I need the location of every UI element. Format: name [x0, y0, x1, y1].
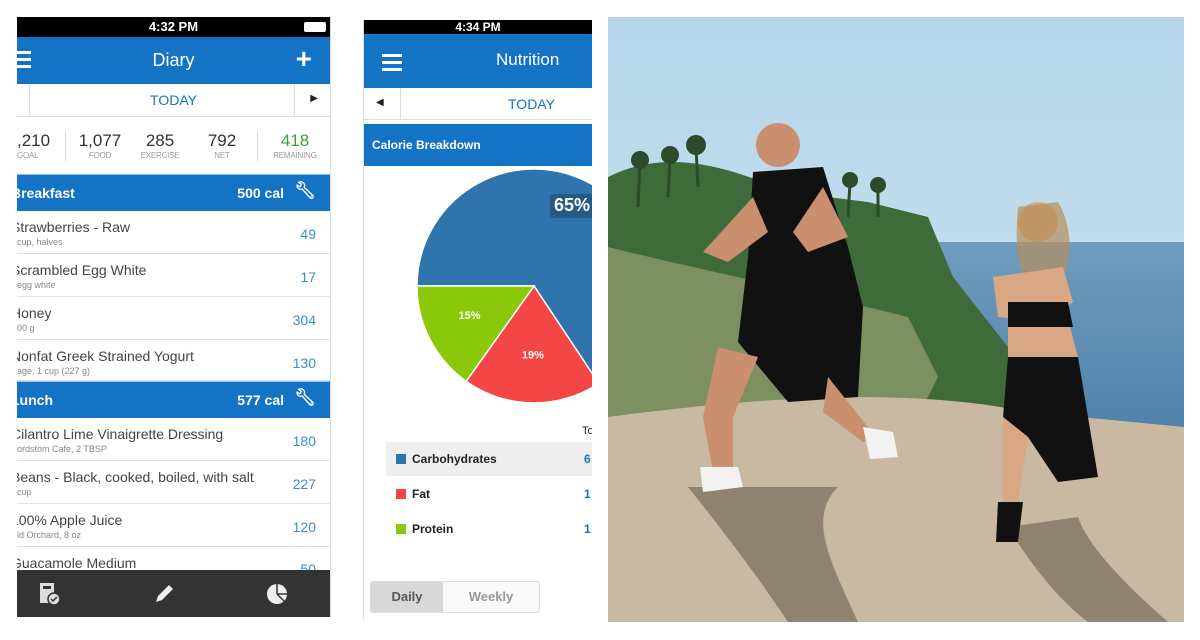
- legend-label: Carbohydrates: [412, 452, 497, 466]
- legend-swatch: [396, 524, 406, 534]
- food-calories: 120: [292, 519, 316, 535]
- food-name: Guacamole Medium: [17, 555, 137, 571]
- food-name: Nonfat Greek Strained Yogurt: [17, 348, 194, 364]
- slice-label: 19%: [522, 350, 544, 362]
- tab-daily[interactable]: Daily: [371, 582, 443, 612]
- diary-icon[interactable]: [39, 582, 61, 606]
- next-day-icon[interactable]: ▶: [310, 93, 318, 104]
- legend-value: 1: [584, 487, 591, 501]
- meal-name: Breakfast: [17, 185, 75, 201]
- menu-icon[interactable]: [17, 51, 31, 68]
- food-serving: cup, halves: [17, 237, 63, 247]
- meal-header-lunch[interactable]: Lunch 577 cal 🔧︎: [17, 381, 330, 418]
- section-header: Calorie Breakdown: [364, 124, 592, 166]
- page-title: Nutrition: [496, 50, 560, 69]
- legend-swatch: [396, 454, 406, 464]
- legend-value: 1: [584, 522, 591, 536]
- food-item[interactable]: Nonfat Greek Strained Yogurt age, 1 cup (…: [17, 340, 330, 381]
- header: Diary +: [17, 37, 330, 84]
- food-serving: egg white: [17, 280, 56, 290]
- food-calories: 49: [300, 226, 316, 242]
- food-serving: 00 g: [17, 323, 35, 333]
- date-label[interactable]: TODAY: [17, 84, 330, 117]
- slice-label: 15%: [459, 310, 481, 322]
- bottom-toolbar: [17, 570, 330, 617]
- wrench-icon[interactable]: 🔧︎: [294, 388, 316, 408]
- legend-value: 6: [584, 452, 591, 466]
- calorie-summary: ,210 GOAL 1,077 FOOD 285 EXERCISE 792 NET 41…: [17, 131, 317, 161]
- legend-label: Protein: [412, 522, 454, 536]
- date-label[interactable]: TODAY: [508, 96, 555, 112]
- page-title: Diary: [152, 50, 195, 70]
- food-item[interactable]: Guacamole Medium 50: [17, 547, 330, 572]
- diary-screen: 4:32 PM Diary + TODAY ▶ ,210 GOAL 1,077 FO…: [17, 17, 331, 618]
- tab-weekly[interactable]: Weekly: [443, 582, 539, 612]
- table-header: To: [582, 425, 592, 437]
- food-calories: 17: [300, 269, 316, 285]
- meal-name: Lunch: [17, 392, 53, 408]
- pie-chart-icon[interactable]: [266, 583, 288, 605]
- food-item[interactable]: Beans - Black, cooked, boiled, with salt…: [17, 461, 330, 504]
- workout-photo: [608, 17, 1184, 622]
- nutrition-screen: 4:34 PM Nutrition ◀ TODAY Calorie Breakd…: [363, 20, 592, 620]
- status-time: 4:32 PM: [148, 19, 199, 34]
- food-name: Honey: [17, 305, 52, 321]
- legend-item-fat[interactable]: Fat 1: [386, 477, 592, 511]
- status-bar: 4:34 PM: [364, 20, 592, 34]
- legend-item-carbohydrates[interactable]: Carbohydrates 6: [386, 442, 592, 476]
- food-item[interactable]: Strawberries - Raw cup, halves 49: [17, 211, 330, 254]
- legend-item-protein[interactable]: Protein 1: [386, 512, 592, 546]
- header: Nutrition: [364, 34, 592, 88]
- food-item[interactable]: Honey 00 g 304: [17, 297, 330, 340]
- food-item[interactable]: 100% Apple Juice ld Orchard, 8 oz 120: [17, 504, 330, 547]
- meal-header-breakfast[interactable]: Breakfast 500 cal 🔧︎: [17, 174, 330, 211]
- food-name: Beans - Black, cooked, boiled, with salt: [17, 469, 254, 485]
- food-calories: 130: [292, 355, 316, 371]
- food-item[interactable]: Scrambled Egg White egg white 17: [17, 254, 330, 297]
- food-serving: cup: [17, 487, 32, 497]
- date-nav: ◀ TODAY: [364, 88, 592, 120]
- food-name: Strawberries - Raw: [17, 219, 131, 235]
- slice-label: 65%: [554, 195, 590, 215]
- status-bar: 4:32 PM: [17, 17, 330, 37]
- meal-calories: 500 cal: [237, 185, 284, 201]
- food-serving: ld Orchard, 8 oz: [17, 530, 82, 540]
- prev-day-icon[interactable]: ◀: [376, 97, 384, 108]
- food-calories: 227: [292, 476, 316, 492]
- pencil-icon[interactable]: [153, 583, 175, 605]
- food-name: 100% Apple Juice: [17, 512, 123, 528]
- wrench-icon[interactable]: 🔧︎: [294, 181, 316, 201]
- food-calories: 180: [292, 433, 316, 449]
- add-icon[interactable]: +: [296, 43, 312, 75]
- calorie-pie-chart: 65% 19% 15%: [416, 168, 592, 404]
- status-time: 4:34 PM: [455, 20, 501, 34]
- legend-swatch: [396, 489, 406, 499]
- battery-icon: [304, 22, 326, 32]
- food-item[interactable]: Cilantro Lime Vinaigrette Dressing ordsto…: [17, 418, 330, 461]
- food-name: Scrambled Egg White: [17, 262, 147, 278]
- date-nav: TODAY ▶: [17, 84, 330, 117]
- legend-label: Fat: [412, 487, 430, 501]
- food-calories: 304: [292, 312, 316, 328]
- period-tabs: Daily Weekly: [370, 581, 540, 613]
- food-name: Cilantro Lime Vinaigrette Dressing: [17, 426, 224, 442]
- food-serving: age, 1 cup (227 g): [17, 366, 91, 376]
- meal-calories: 577 cal: [237, 392, 284, 408]
- menu-icon[interactable]: [382, 54, 402, 71]
- food-serving: ordstom Cafe, 2 TBSP: [17, 444, 107, 454]
